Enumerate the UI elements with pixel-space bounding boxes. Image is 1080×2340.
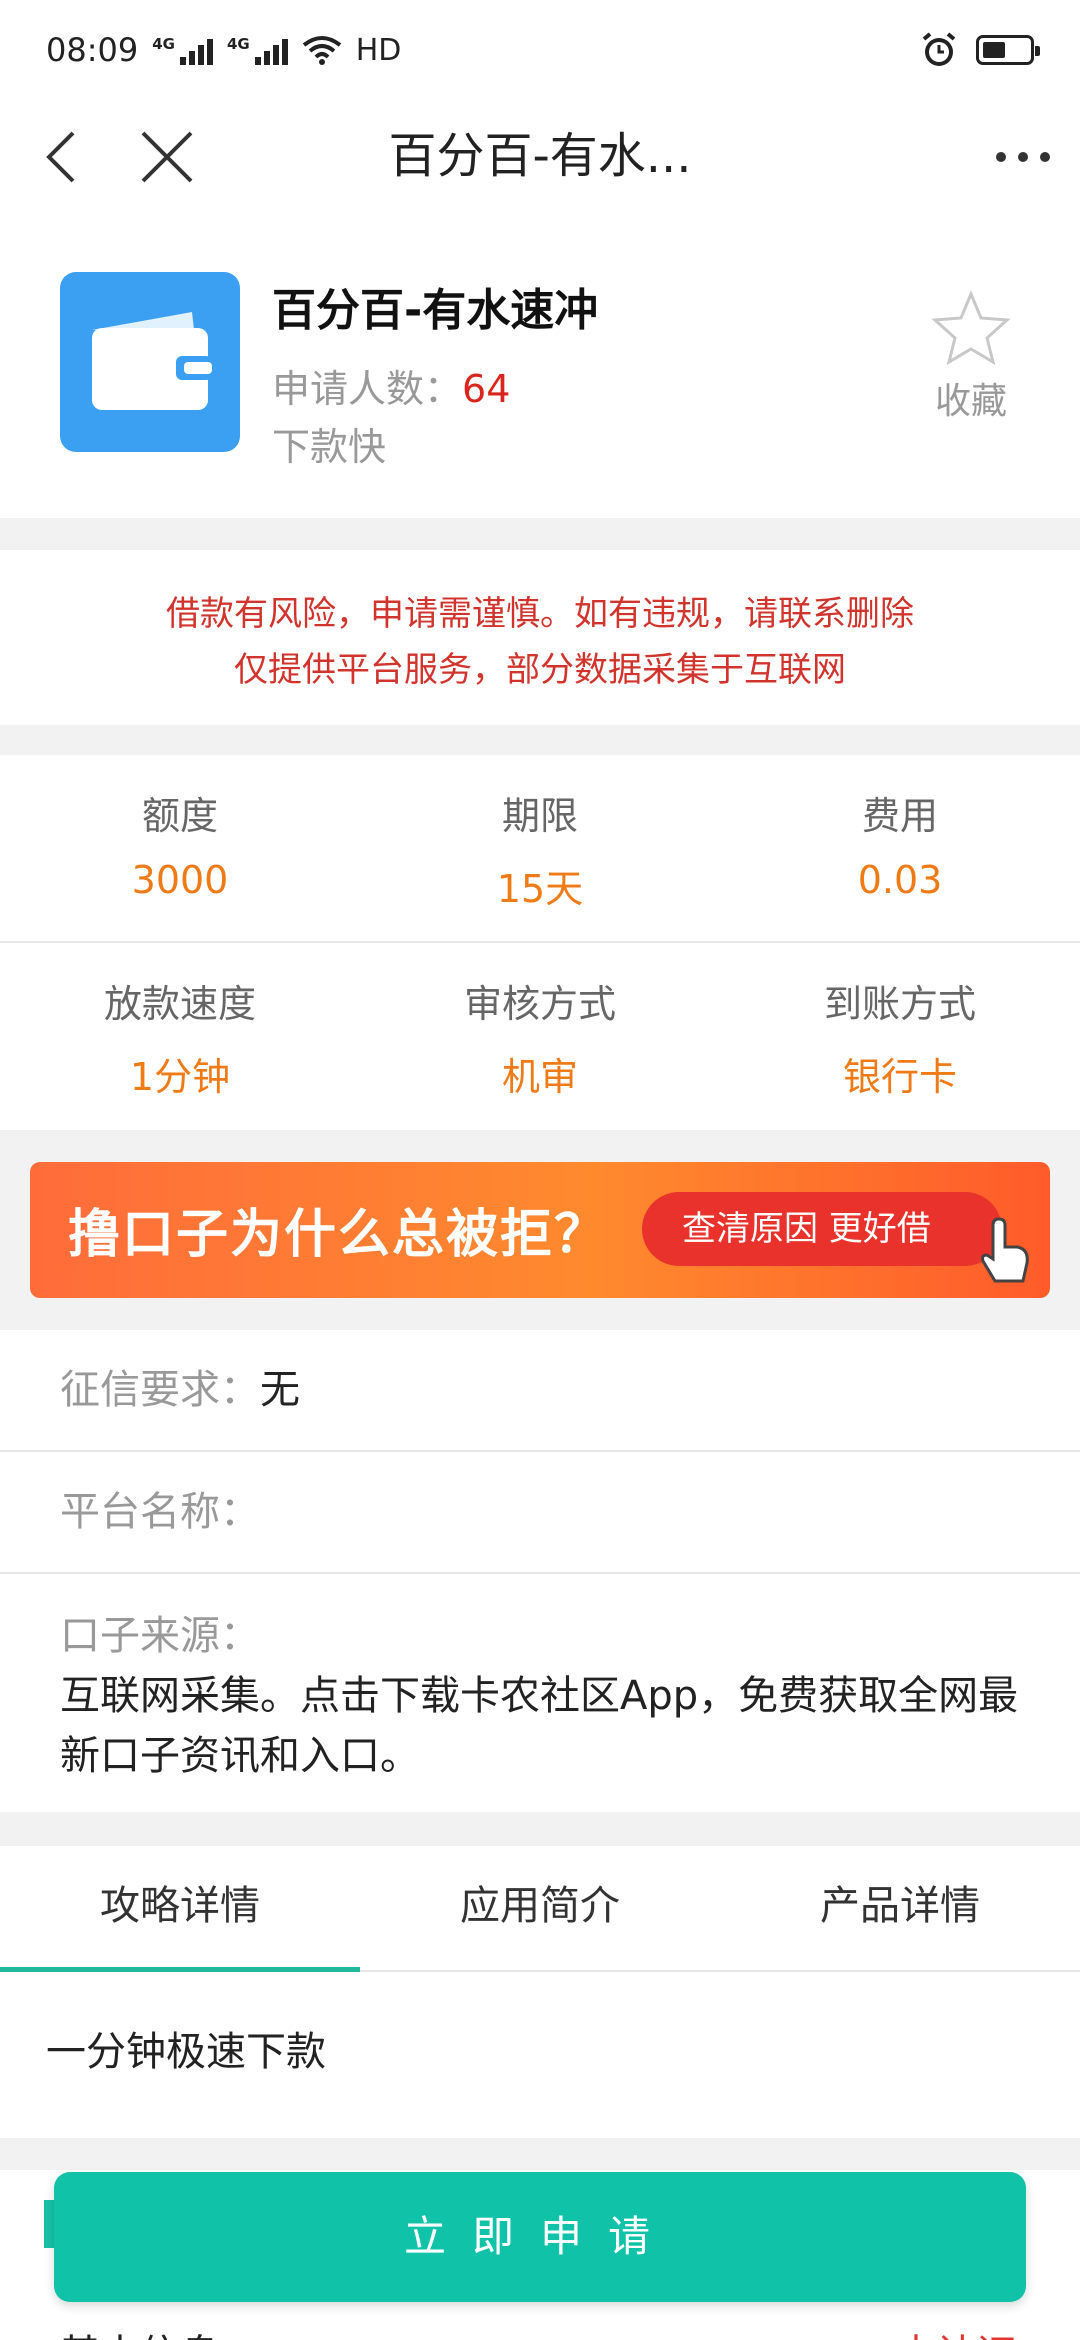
signal-tag: 4G — [226, 35, 250, 53]
applicants-number: 64 — [462, 367, 511, 411]
signal-icon: 4G — [227, 35, 288, 65]
stat-term: 期限 15天 — [360, 755, 720, 941]
wifi-icon — [302, 36, 341, 65]
stat-value: 15天 — [496, 867, 584, 911]
platform-name: 平台名称： — [0, 1452, 1080, 1572]
stat-limit: 额度 3000 — [0, 755, 360, 941]
page-title: 百分百-有水... — [388, 128, 692, 184]
stat-payout: 到账方式 银行卡 — [720, 943, 1080, 1129]
signal-icon: 4G — [152, 35, 213, 65]
app-icon — [60, 272, 240, 452]
back-icon — [46, 131, 75, 183]
stat-value: 机审 — [501, 1055, 578, 1099]
stat-label: 放款速度 — [103, 982, 256, 1026]
status-time: 08:09 — [46, 31, 139, 69]
alarm-icon — [922, 32, 956, 66]
promo-banner[interactable]: 撸口子为什么总被拒？ 查清原因 更好借 — [30, 1162, 1050, 1298]
warning-line-2: 仅提供平台服务，部分数据采集于互联网 — [234, 650, 846, 690]
close-icon — [141, 131, 193, 183]
detail-tabs: 攻略详情 应用简介 产品详情 — [0, 1846, 1080, 1972]
tab-product-details[interactable]: 产品详情 — [720, 1846, 1080, 1970]
stat-fee: 费用 0.03 — [720, 755, 1080, 941]
applicants-count: 申请人数：64 — [272, 358, 510, 413]
stat-speed: 放款速度 1分钟 — [0, 943, 360, 1129]
stat-label: 期限 — [501, 794, 578, 838]
product-tag: 下款快 — [272, 425, 387, 469]
status-right — [920, 31, 1040, 69]
stats-row: 放款速度 1分钟 审核方式 机审 到账方式 银行卡 — [0, 943, 1080, 1129]
favorite-button[interactable]: 收藏 — [926, 290, 1016, 424]
status-bar: 08:09 4G 4G HD — [0, 0, 1080, 100]
nav-bar: 百分百-有水... — [0, 100, 1080, 212]
stat-value: 1分钟 — [129, 1055, 231, 1099]
stat-label: 费用 — [861, 794, 938, 838]
stat-review: 审核方式 机审 — [360, 943, 720, 1129]
stats-row: 额度 3000 期限 15天 费用 0.03 — [0, 755, 1080, 941]
source-label: 口子来源： — [60, 1613, 260, 1659]
applicants-label: 申请人数： — [272, 367, 463, 411]
close-button[interactable] — [132, 122, 202, 192]
hd-label: HD — [355, 32, 402, 68]
battery-icon — [976, 35, 1040, 65]
tab-content: 一分钟极速下款 — [0, 1972, 1080, 2138]
stat-value: 0.03 — [857, 858, 943, 902]
verify-link[interactable]: 去认证 — [896, 2322, 1016, 2340]
source-value[interactable]: 互联网采集。点击下载卡农社区App，免费获取全网最新口子资讯和入口。 — [60, 1666, 1030, 1786]
credit-label: 征信要求： — [60, 1367, 260, 1413]
star-icon — [931, 290, 1011, 366]
status-left: 08:09 4G 4G HD — [46, 31, 401, 69]
section-marker — [44, 2200, 54, 2248]
product-card: 百分百-有水速冲 申请人数：64 下款快 收藏 — [0, 212, 1080, 518]
credit-requirement: 征信要求：无 — [0, 1330, 1080, 1450]
warning-line-1: 借款有风险，申请需谨慎。如有违规，请联系删除 — [166, 594, 914, 634]
platform-label: 平台名称： — [60, 1489, 260, 1535]
tab-app-intro[interactable]: 应用简介 — [360, 1846, 720, 1970]
signal-tag: 4G — [152, 35, 175, 53]
pointer-hand-icon — [981, 1217, 1029, 1283]
banner-pill: 查清原因 更好借 — [642, 1192, 1002, 1266]
more-icon — [996, 152, 1050, 162]
stat-label: 额度 — [141, 794, 218, 838]
loan-stats: 额度 3000 期限 15天 费用 0.03 放款速度 1分钟 审核方式 机审 … — [0, 755, 1080, 1130]
apply-now-button[interactable]: 立即申请 — [54, 2172, 1026, 2302]
more-button[interactable] — [988, 122, 1058, 192]
tab-strategy[interactable]: 攻略详情 — [0, 1846, 360, 1972]
banner-title: 撸口子为什么总被拒？ — [68, 1205, 609, 1265]
source-info: 口子来源： 互联网采集。点击下载卡农社区App，免费获取全网最新口子资讯和入口。 — [0, 1574, 1080, 1812]
favorite-label: 收藏 — [934, 381, 1007, 422]
credit-value: 无 — [260, 1367, 300, 1413]
risk-warning: 借款有风险，申请需谨慎。如有违规，请联系删除 仅提供平台服务，部分数据采集于互联… — [0, 550, 1080, 725]
stat-label: 到账方式 — [823, 982, 976, 1026]
wallet-icon — [92, 312, 212, 410]
back-button[interactable] — [26, 122, 96, 192]
product-name: 百分百-有水速冲 — [272, 285, 599, 336]
stat-label: 审核方式 — [463, 982, 616, 1026]
stat-value: 3000 — [131, 858, 229, 902]
stat-value: 银行卡 — [842, 1055, 957, 1099]
basic-info-label: 基本信息 — [60, 2322, 220, 2340]
